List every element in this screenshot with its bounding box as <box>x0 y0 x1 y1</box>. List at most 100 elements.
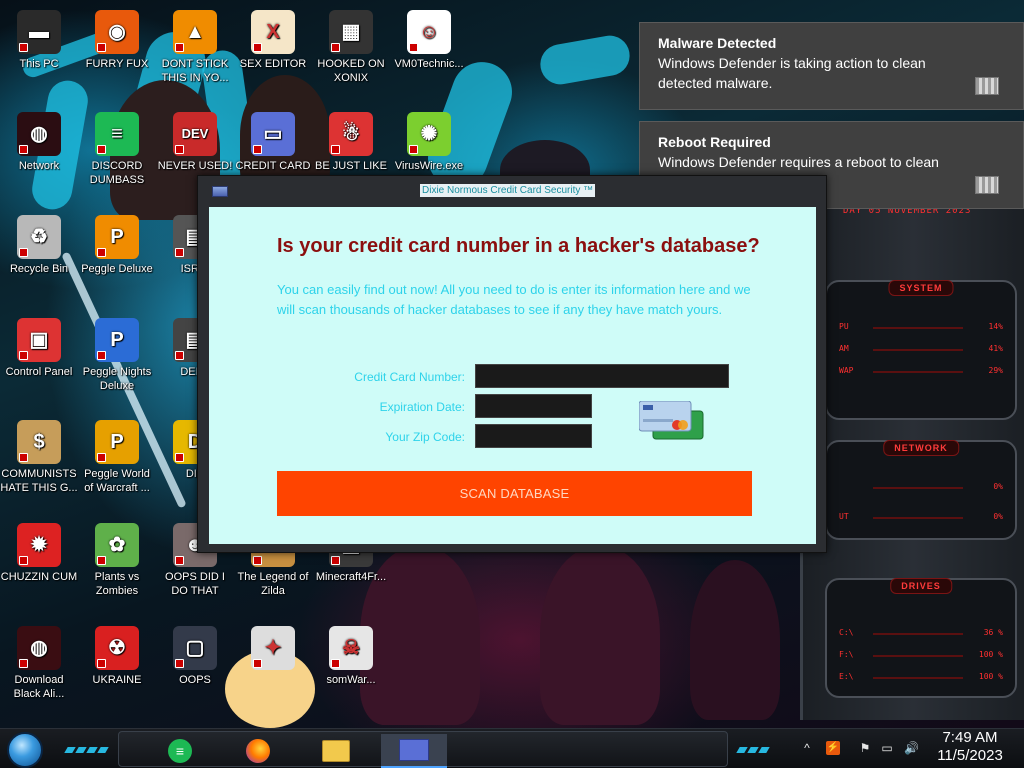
desktop-icon-label: UKRAINE <box>92 674 142 686</box>
card-number-input[interactable] <box>475 364 729 388</box>
shortcut-arrow-icon <box>331 659 340 668</box>
desktop-icon-label: Download Black Ali... <box>13 674 65 700</box>
shortcut-arrow-icon <box>331 43 340 52</box>
desktop-icon[interactable]: $ COMMUNISTS HATE THIS G... <box>0 420 78 495</box>
desktop-icon[interactable]: ☢ UKRAINE <box>78 626 156 687</box>
app-icon: ▦ <box>329 10 373 54</box>
action-center-icon[interactable]: ▭ <box>880 741 894 755</box>
desktop-icon[interactable]: ♻ Recycle Bin <box>0 215 78 276</box>
widget-row-bar <box>873 349 963 351</box>
desktop-icon-label: HOOKED ON XONIX <box>317 58 385 84</box>
app-icon: ◍ <box>17 112 61 156</box>
volume-icon[interactable]: 🔊 <box>904 741 919 755</box>
desktop-icon-label: CHUZZIN CUM <box>0 571 78 583</box>
drives-panel-title: DRIVES <box>890 578 952 594</box>
widget-row-bar <box>873 655 963 657</box>
desktop-icon[interactable]: ◍ Network <box>0 112 78 173</box>
desktop-icon[interactable]: P Peggle Nights Deluxe <box>78 318 156 393</box>
window-app-icon[interactable] <box>212 186 228 197</box>
app-icon: ▭ <box>251 112 295 156</box>
scan-database-button[interactable]: SCAN DATABASE <box>277 471 752 516</box>
app-icon: ✺ <box>407 112 451 156</box>
shortcut-arrow-icon <box>19 43 28 52</box>
desktop-icon[interactable]: ◉ FURRY FUX <box>78 10 156 71</box>
tray-app-icon[interactable]: ⚡ <box>826 741 840 755</box>
clock-date: 11/5/2023 <box>937 747 1003 764</box>
shortcut-arrow-icon <box>175 351 184 360</box>
shortcut-arrow-icon <box>175 145 184 154</box>
desktop-icon[interactable]: ◍ Download Black Ali... <box>0 626 78 701</box>
shortcut-arrow-icon <box>19 145 28 154</box>
widget-row-bar <box>873 327 963 329</box>
app-icon: ♻ <box>17 215 61 259</box>
desktop-icon[interactable]: P Peggle World of Warcraft ... <box>78 420 156 495</box>
widget-row-label: PU <box>839 322 849 331</box>
network-panel: NETWORK 0% UT 0% <box>825 440 1017 540</box>
shortcut-arrow-icon <box>331 145 340 154</box>
app-icon: DEV <box>173 112 217 156</box>
desktop-icon[interactable]: ✹ CHUZZIN CUM <box>0 523 78 584</box>
desktop-icon[interactable]: DEV NEVER USED! <box>156 112 234 173</box>
taskbar-decoration <box>736 740 771 753</box>
desktop-icon[interactable]: ≡ DISCORD DUMBASS <box>78 112 156 187</box>
desktop-icon[interactable]: ✦ <box>234 626 312 673</box>
desktop-icon-label: The Legend of Zilda <box>237 571 309 597</box>
desktop-icon[interactable]: ▦ HOOKED ON XONIX <box>312 10 390 85</box>
taskbar-firefox-button[interactable] <box>229 734 287 768</box>
taskbar-credit-card-app-button[interactable] <box>381 734 447 768</box>
widget-row-value: 14% <box>988 322 1003 331</box>
widget-row-value: 0% <box>993 512 1003 521</box>
notification-body: Windows Defender is taking action to cle… <box>658 55 926 91</box>
shortcut-arrow-icon <box>19 659 28 668</box>
expiration-date-input[interactable] <box>475 394 592 418</box>
flag-icon[interactable]: ⚑ <box>858 741 872 755</box>
show-hidden-icons[interactable]: ^ <box>800 741 814 755</box>
app-icon: ◍ <box>17 626 61 670</box>
folder-icon <box>322 740 350 762</box>
taskbar-decoration <box>64 740 110 753</box>
discord-icon: ≡ <box>168 739 192 763</box>
shortcut-arrow-icon <box>19 556 28 565</box>
shortcut-arrow-icon <box>97 145 106 154</box>
desktop-icon[interactable]: ▣ Control Panel <box>0 318 78 379</box>
shortcut-arrow-icon <box>253 43 262 52</box>
zip-code-input[interactable] <box>475 424 592 448</box>
shortcut-arrow-icon <box>175 659 184 668</box>
desktop-icon-label: Control Panel <box>5 366 73 378</box>
desktop-icon[interactable]: ✺ VirusWire.exe <box>390 112 468 173</box>
desktop-icon[interactable]: P Peggle Deluxe <box>78 215 156 276</box>
desktop-icon[interactable]: ▢ OOPS <box>156 626 234 687</box>
widget-row-value: 29% <box>988 366 1003 375</box>
desktop-icon[interactable]: ▲ DONT STICK THIS IN YO... <box>156 10 234 85</box>
app-icon: ✹ <box>17 523 61 567</box>
notification-malware-detected[interactable]: Malware Detected Windows Defender is tak… <box>639 22 1024 110</box>
start-button[interactable] <box>7 732 43 768</box>
window-titlebar[interactable]: Dixie Normous Credit Card Security ™ <box>198 176 826 206</box>
credit-card-security-window[interactable]: Dixie Normous Credit Card Security ™ Is … <box>197 175 827 553</box>
desktop-icon-label: BE JUST LIKE <box>315 160 387 172</box>
desktop-icon[interactable]: ▬ This PC <box>0 10 78 71</box>
desktop-icon[interactable]: ☠ somWar... <box>312 626 390 687</box>
desktop-icon[interactable]: ▭ CREDIT CARD <box>234 112 312 173</box>
shortcut-arrow-icon <box>19 248 28 257</box>
widget-row-value: 100 % <box>978 650 1003 659</box>
notification-title: Malware Detected <box>658 35 777 51</box>
app-icon: ≡ <box>95 112 139 156</box>
desktop-icon[interactable]: ☃ BE JUST LIKE <box>312 112 390 173</box>
system-panel-title: SYSTEM <box>888 280 954 296</box>
shortcut-arrow-icon <box>19 453 28 462</box>
taskbar-file-explorer-button[interactable] <box>307 734 365 768</box>
app-icon: $ <box>17 420 61 464</box>
desktop-icon[interactable]: X SEX EDITOR <box>234 10 312 71</box>
desktop-icon[interactable]: ✿ Plants vs Zombies <box>78 523 156 598</box>
taskbar-discord-button[interactable]: ≡ <box>151 734 209 768</box>
app-icon: P <box>95 318 139 362</box>
widget-row-label: WAP <box>839 366 854 375</box>
system-clock[interactable]: 7:49 AM 11/5/2023 <box>935 729 1005 765</box>
desktop-icon-label: OOPS DID I DO THAT <box>165 571 225 597</box>
widget-row: F:\ 100 % <box>839 650 1003 662</box>
intro-text: You can easily find out now! All you nee… <box>277 282 751 317</box>
desktop-icon[interactable]: ☺ VM0Technic... <box>390 10 468 71</box>
widget-row: E:\ 100 % <box>839 672 1003 684</box>
desktop-icon-label: VM0Technic... <box>394 58 464 70</box>
